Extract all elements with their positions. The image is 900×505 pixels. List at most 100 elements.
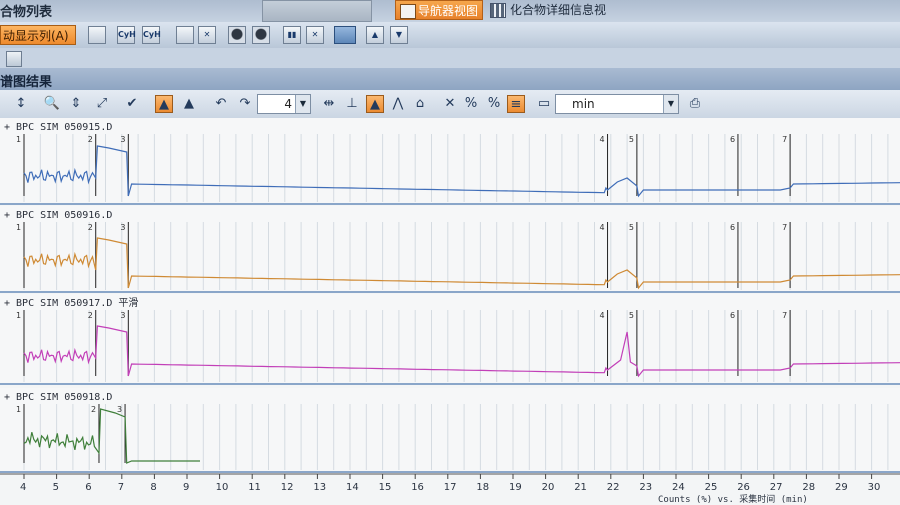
- segment-label: 5: [629, 223, 634, 232]
- x-axis-title: Counts (%) vs. 采集时间 (min): [658, 493, 808, 505]
- x-tick-label: 21: [574, 482, 587, 493]
- segment-label: 3: [117, 405, 122, 414]
- left-icon[interactable]: [6, 51, 22, 67]
- x-tick-label: 13: [313, 482, 326, 493]
- segment-label: 2: [88, 311, 93, 320]
- trace-label: + BPC SIM 050915.D: [4, 122, 112, 133]
- clear-icon[interactable]: ✕: [306, 26, 324, 44]
- x-tick-label: 30: [868, 482, 881, 493]
- x-tick-label: 24: [672, 482, 685, 493]
- molecule-icon[interactable]: [228, 26, 246, 44]
- autoscale-icon[interactable]: ⤢: [93, 95, 111, 113]
- x-tick-label: 23: [639, 482, 652, 493]
- segment-label: 4: [600, 135, 605, 144]
- molecule-remove-icon[interactable]: [252, 26, 270, 44]
- time-unit-value: min: [572, 97, 595, 111]
- stack-icon[interactable]: ≡: [507, 95, 525, 113]
- x-tick-label: 25: [705, 482, 718, 493]
- chart-toolbar: ↕ 🔍 ⇕ ⤢ ✔ ▲ ▲ ↶ ↷ 4 ▼ ⇹ ⊥ ▲ ⋀ ⌂ ✕ % % ≡ …: [0, 90, 900, 119]
- tab-compound-details[interactable]: 化合物详细信息视图: [488, 0, 612, 37]
- trace-label: + BPC SIM 050918.D: [4, 392, 112, 403]
- peak-annotate-icon[interactable]: ⌂: [411, 95, 429, 113]
- integrate-icon[interactable]: ✔: [123, 95, 141, 113]
- down-icon[interactable]: ▼: [390, 26, 408, 44]
- overlay-count-value: 4: [284, 97, 292, 111]
- segment-label: 7: [782, 223, 787, 232]
- x-tick-label: 17: [444, 482, 457, 493]
- segment-label: 3: [120, 135, 125, 144]
- print-chart-icon[interactable]: ⎙: [686, 95, 704, 113]
- up-icon[interactable]: ▲: [366, 26, 384, 44]
- x-tick-label: 19: [509, 482, 522, 493]
- peak-fill-icon[interactable]: ▲: [366, 95, 384, 113]
- x-tick-label: 7: [118, 482, 124, 493]
- dynamic-columns-button[interactable]: 动显示列(A): [0, 25, 76, 45]
- main-toolbar: 动显示列(A) CyH CyH ✕ ▮▮ ✕ ▲ ▼: [0, 22, 900, 49]
- x-tick-label: 29: [835, 482, 848, 493]
- x-tick-label: 12: [281, 482, 294, 493]
- panel-title: 谱图结果: [0, 75, 53, 90]
- fit-height-icon[interactable]: ⇕: [67, 95, 85, 113]
- zoom-icon[interactable]: 🔍: [43, 95, 61, 113]
- segment-label: 1: [16, 135, 21, 144]
- undo-icon[interactable]: ↶: [212, 95, 230, 113]
- segment-label: 2: [88, 223, 93, 232]
- table-icon[interactable]: [88, 26, 106, 44]
- percent-icon[interactable]: %: [462, 95, 480, 113]
- trace-label: + BPC SIM 050916.D: [4, 210, 112, 221]
- segment-label: 2: [88, 135, 93, 144]
- x-tick-label: 9: [183, 482, 189, 493]
- peak-nav-icon[interactable]: ⇹: [320, 95, 338, 113]
- segment-label: 5: [629, 135, 634, 144]
- tab-navigator-label: 导航器视图: [418, 4, 479, 18]
- segment-label: 3: [120, 311, 125, 320]
- time-unit-select[interactable]: min ▼: [555, 94, 679, 114]
- chevron-down-icon[interactable]: ▼: [295, 95, 310, 113]
- trace-lane: [0, 206, 900, 292]
- grid-icon: [490, 3, 506, 18]
- panel-header: 谱图结果: [0, 68, 900, 91]
- x-tick-label: 20: [542, 482, 555, 493]
- segment-label: 6: [730, 135, 735, 144]
- segment-label: 1: [16, 405, 21, 414]
- segment-label: 7: [782, 135, 787, 144]
- redo-icon[interactable]: ↷: [236, 95, 254, 113]
- peak-select-icon[interactable]: ▲: [155, 95, 173, 113]
- tab-inactive[interactable]: [262, 0, 372, 22]
- peak-overlap-icon[interactable]: ⋀: [389, 95, 407, 113]
- secondary-strip: [0, 48, 900, 69]
- overlay-count-field[interactable]: 4 ▼: [257, 94, 311, 114]
- peak-label-icon[interactable]: ⊥: [343, 95, 361, 113]
- segment-label: 6: [730, 223, 735, 232]
- segment-label: 4: [600, 311, 605, 320]
- screen-icon[interactable]: [334, 26, 356, 44]
- x-tick-label: 5: [53, 482, 59, 493]
- segment-label: 6: [730, 311, 735, 320]
- x-tick-label: 15: [379, 482, 392, 493]
- remove-peak-icon[interactable]: ✕: [441, 95, 459, 113]
- ruler-icon[interactable]: ▭: [535, 95, 553, 113]
- x-tick-label: 4: [20, 482, 26, 493]
- x-tick-label: 10: [216, 482, 229, 493]
- segment-label: 1: [16, 223, 21, 232]
- cyh-icon[interactable]: CyH: [117, 26, 136, 44]
- tab-navigator-view[interactable]: 导航器视图: [395, 0, 483, 20]
- x-tick-label: 8: [150, 482, 156, 493]
- x-tick-label: 28: [802, 482, 815, 493]
- normalize-icon[interactable]: %: [485, 95, 503, 113]
- bar-chart-icon[interactable]: ▮▮: [283, 26, 301, 44]
- delete-icon[interactable]: ✕: [198, 26, 216, 44]
- cyh-remove-icon[interactable]: CyH: [142, 26, 161, 44]
- peak-icon[interactable]: ▲: [180, 95, 198, 113]
- segment-label: 7: [782, 311, 787, 320]
- vertical-arrows-icon[interactable]: ↕: [12, 95, 30, 113]
- print-icon[interactable]: [176, 26, 194, 44]
- segment-label: 3: [120, 223, 125, 232]
- chromatogram-panel[interactable]: + BPC SIM 050915.D12345678+ BPC SIM 0509…: [0, 118, 900, 505]
- top-tab-strip: 合物列表 导航器视图 化合物详细信息视图: [0, 0, 900, 37]
- trace-label: + BPC SIM 050917.D 平滑: [4, 297, 138, 309]
- x-tick-label: 22: [607, 482, 620, 493]
- x-tick-label: 18: [476, 482, 489, 493]
- x-tick-label: 14: [346, 482, 359, 493]
- chevron-down-icon[interactable]: ▼: [663, 95, 678, 113]
